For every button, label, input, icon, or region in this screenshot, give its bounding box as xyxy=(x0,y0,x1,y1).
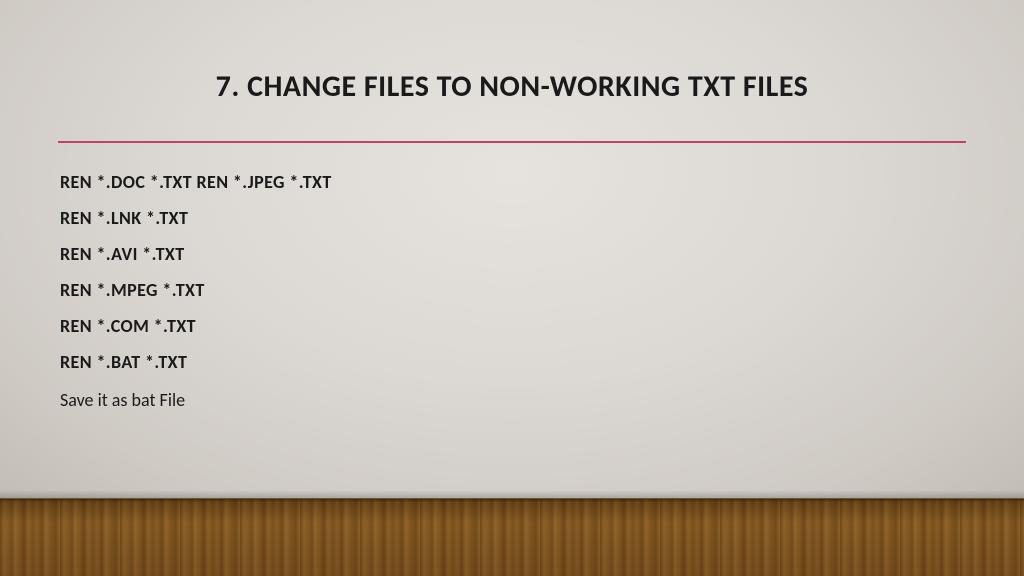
code-list: REN *.DOC *.TXT REN *.JPEG *.TXT REN *.L… xyxy=(58,171,966,373)
code-line: REN *.BAT *.TXT xyxy=(60,351,966,373)
code-line: REN *.LNK *.TXT xyxy=(60,207,966,229)
code-line: REN *.DOC *.TXT REN *.JPEG *.TXT xyxy=(60,171,966,193)
slide-title: 7. CHANGE FILES TO NON-WORKING TXT FILES xyxy=(58,68,966,105)
title-divider xyxy=(58,141,966,143)
caption-text: Save it as bat File xyxy=(58,389,966,411)
code-line: REN *.MPEG *.TXT xyxy=(60,279,966,301)
code-line: REN *.COM *.TXT xyxy=(60,315,966,337)
slide-background-floor xyxy=(0,498,1024,576)
code-line: REN *.AVI *.TXT xyxy=(60,243,966,265)
baseboard-shadow xyxy=(0,490,1024,498)
slide-content: 7. CHANGE FILES TO NON-WORKING TXT FILES… xyxy=(0,0,1024,411)
